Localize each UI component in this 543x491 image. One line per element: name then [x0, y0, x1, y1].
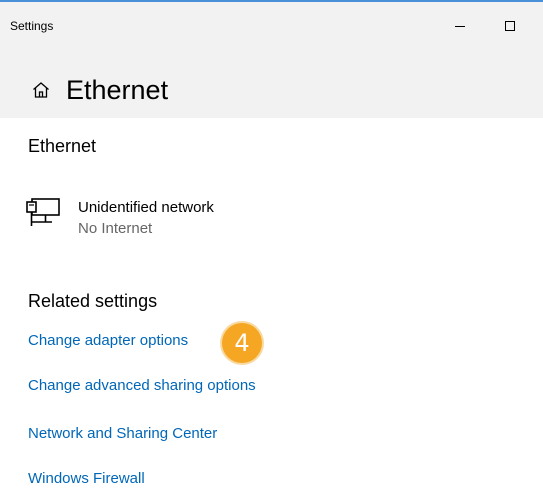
network-list-item[interactable]: Unidentified network No Internet [26, 196, 214, 238]
step-number-badge: 4 [222, 323, 262, 363]
change-advanced-sharing-options-link[interactable]: Change advanced sharing options [28, 377, 256, 394]
change-adapter-options-link[interactable]: Change adapter options [28, 332, 188, 349]
minimize-icon [455, 25, 465, 27]
page-header: Ethernet [32, 74, 168, 106]
windows-firewall-link[interactable]: Windows Firewall [28, 470, 145, 487]
ethernet-section-heading: Ethernet [28, 136, 97, 156]
network-text: Unidentified network No Internet [78, 198, 214, 238]
network-and-sharing-center-link[interactable]: Network and Sharing Center [28, 425, 217, 442]
page-title: Ethernet [66, 75, 169, 105]
settings-window: Settings Ethernet Ethernet Unidentified … [0, 0, 543, 491]
app-title: Settings [10, 19, 54, 33]
network-status: No Internet [78, 220, 153, 237]
home-icon[interactable] [32, 81, 50, 99]
related-settings-heading: Related settings [28, 291, 158, 311]
ethernet-icon [26, 198, 60, 226]
minimize-button[interactable] [440, 12, 480, 40]
title-bar: Settings Ethernet [0, 2, 543, 118]
network-name: Unidentified network [78, 199, 214, 216]
maximize-button[interactable] [490, 12, 530, 40]
maximize-icon [505, 21, 515, 31]
